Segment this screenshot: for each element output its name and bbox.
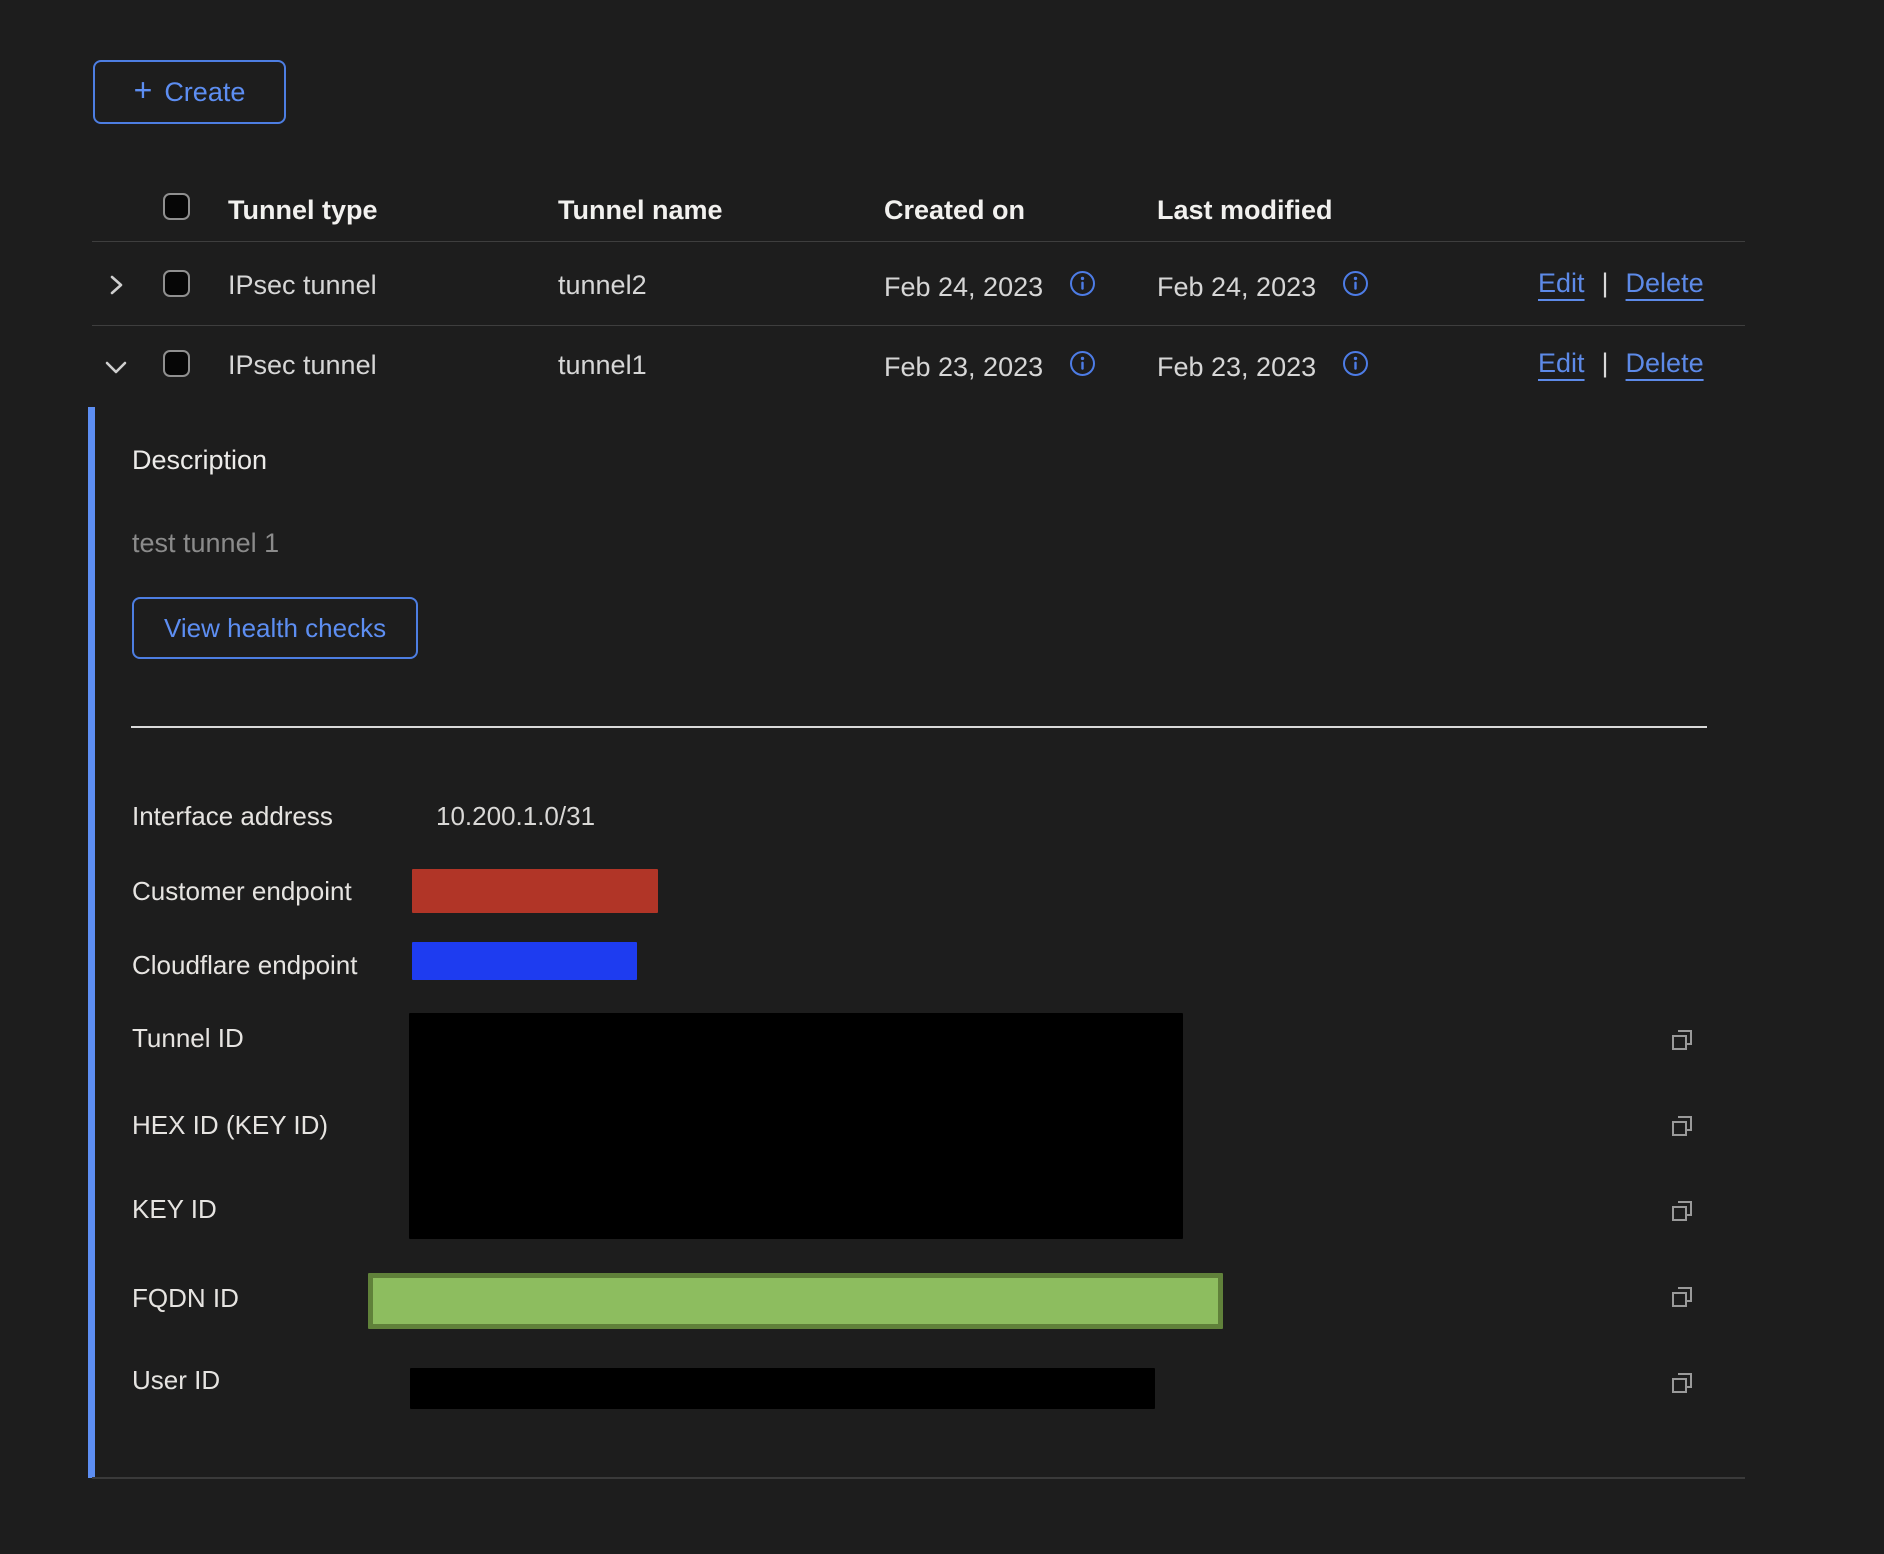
copy-user-id-icon[interactable] [1667,1368,1697,1398]
create-button-label: Create [164,77,245,108]
row-actions: Edit | Delete [1538,348,1704,379]
actions-separator: | [1602,268,1609,299]
tunnel-id-redacted-value [409,1013,1183,1239]
key-id-label: KEY ID [132,1194,217,1225]
copy-tunnel-id-icon[interactable] [1667,1025,1697,1055]
tunnel-type-cell: IPsec tunnel [228,270,377,301]
info-icon[interactable] [1069,350,1096,384]
created-on-cell: Feb 24, 2023 [884,270,1096,304]
actions-separator: | [1602,348,1609,379]
interface-address-label: Interface address [132,801,333,832]
created-on-value: Feb 23, 2023 [884,352,1043,383]
view-health-checks-label: View health checks [164,613,386,644]
header-tunnel-type: Tunnel type [228,195,378,226]
customer-endpoint-label: Customer endpoint [132,876,352,907]
tunnel-name-cell: tunnel1 [558,350,647,381]
edit-link[interactable]: Edit [1538,348,1585,379]
cloudflare-endpoint-label: Cloudflare endpoint [132,950,358,981]
hex-id-label: HEX ID (KEY ID) [132,1110,328,1141]
tunnel-type-cell: IPsec tunnel [228,350,377,381]
expanded-row-accent-bar [88,407,95,1478]
tunnels-page: + Create Tunnel type Tunnel name Created… [0,0,1884,1554]
info-icon[interactable] [1342,350,1369,384]
row-checkbox[interactable] [163,270,190,297]
delete-link[interactable]: Delete [1626,268,1704,299]
row-actions: Edit | Delete [1538,268,1704,299]
header-tunnel-name: Tunnel name [558,195,723,226]
info-icon[interactable] [1342,270,1369,304]
last-modified-cell: Feb 23, 2023 [1157,350,1369,384]
interface-address-value: 10.200.1.0/31 [436,801,595,832]
row-divider [92,325,1745,326]
plus-icon: + [134,74,153,106]
expand-chevron-right-icon[interactable] [101,270,131,307]
last-modified-value: Feb 24, 2023 [1157,272,1316,303]
user-id-label: User ID [132,1365,220,1396]
user-id-redacted-value [410,1368,1155,1409]
fqdn-id-redacted-value [368,1273,1223,1329]
created-on-cell: Feb 23, 2023 [884,350,1096,384]
last-modified-cell: Feb 24, 2023 [1157,270,1369,304]
delete-link[interactable]: Delete [1626,348,1704,379]
view-health-checks-button[interactable]: View health checks [132,597,418,659]
edit-link[interactable]: Edit [1538,268,1585,299]
select-all-checkbox[interactable] [163,193,190,220]
copy-hex-id-icon[interactable] [1667,1111,1697,1141]
detail-section-divider [131,726,1707,728]
cloudflare-endpoint-redacted-value [412,942,637,980]
created-on-value: Feb 24, 2023 [884,272,1043,303]
copy-fqdn-id-icon[interactable] [1667,1282,1697,1312]
tunnel-name-cell: tunnel2 [558,270,647,301]
fqdn-id-label: FQDN ID [132,1283,239,1314]
customer-endpoint-redacted-value [412,869,658,913]
copy-key-id-icon[interactable] [1667,1196,1697,1226]
description-label: Description [132,445,267,476]
expanded-row-bottom-divider [92,1477,1745,1479]
row-checkbox[interactable] [163,350,190,377]
create-button[interactable]: + Create [93,60,286,124]
description-value: test tunnel 1 [132,528,279,559]
header-last-modified: Last modified [1157,195,1333,226]
tunnel-id-label: Tunnel ID [132,1023,244,1054]
collapse-chevron-down-icon[interactable] [98,352,134,389]
last-modified-value: Feb 23, 2023 [1157,352,1316,383]
header-created-on: Created on [884,195,1025,226]
header-divider [92,241,1745,242]
info-icon[interactable] [1069,270,1096,304]
